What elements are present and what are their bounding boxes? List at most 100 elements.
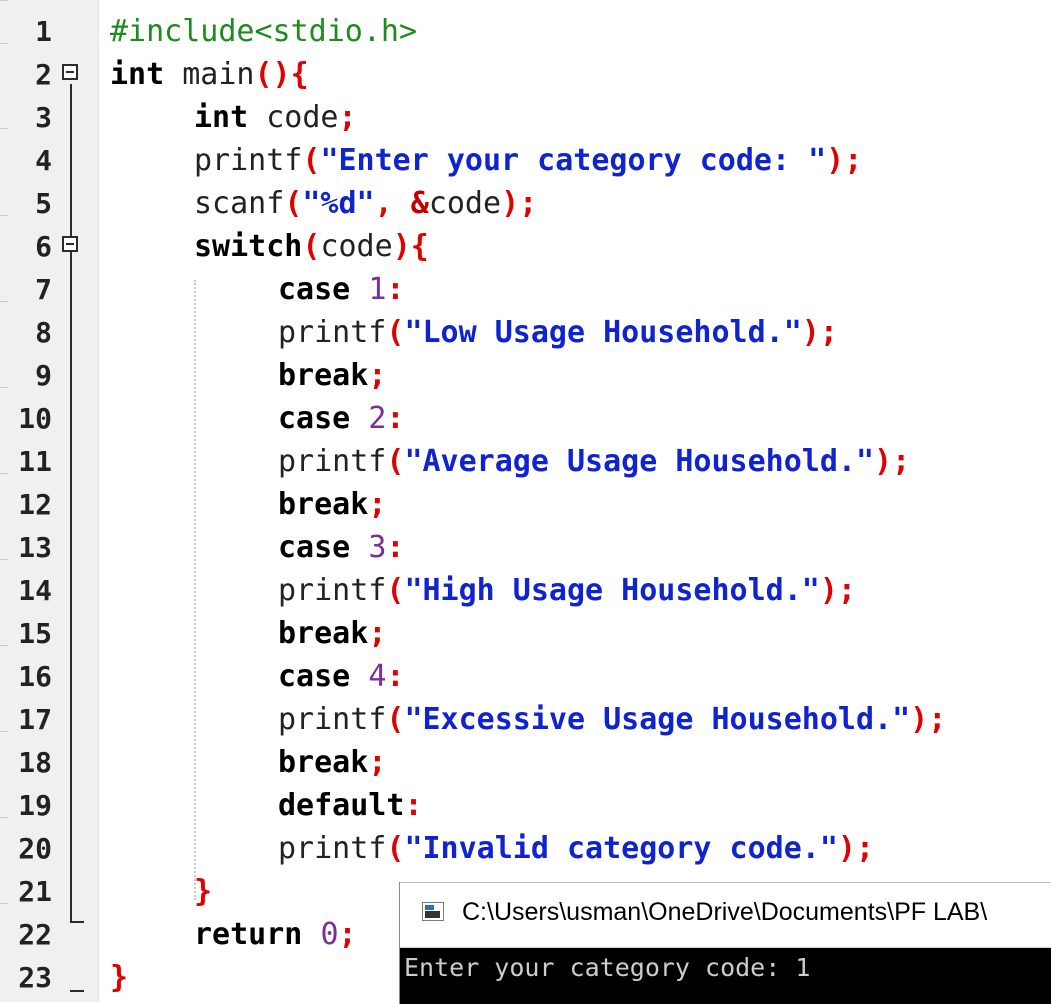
code-token: 1: [368, 272, 387, 307]
line-number: 10: [18, 402, 52, 435]
code-token: printf: [194, 143, 303, 178]
code-line[interactable]: 16 case 4:: [0, 655, 1051, 698]
code-line[interactable]: 9 break;: [0, 354, 1051, 397]
code-token: :: [386, 272, 405, 307]
code-text: case 2:: [278, 397, 404, 440]
code-token: );: [837, 831, 875, 866]
line-number: 20: [18, 832, 52, 865]
console-output: Enter your category code: 1: [404, 953, 811, 982]
console-window-icon: [422, 902, 444, 921]
code-token: "Excessive Usage Household.": [404, 702, 911, 737]
code-line[interactable]: 6 switch(code){: [0, 225, 1051, 268]
code-line[interactable]: 14 printf("High Usage Household.");: [0, 569, 1051, 612]
code-line[interactable]: 12 break;: [0, 483, 1051, 526]
line-number: 22: [18, 918, 52, 951]
code-line[interactable]: 10 case 2:: [0, 397, 1051, 440]
code-token: :: [386, 659, 405, 694]
code-text: break;: [278, 354, 386, 397]
line-number: 13: [18, 531, 52, 564]
code-line[interactable]: 3 int code;: [0, 96, 1051, 139]
code-token: (: [386, 573, 405, 608]
code-line[interactable]: 19 default:: [0, 784, 1051, 827]
line-number: 8: [35, 316, 52, 349]
code-line[interactable]: 5 scanf("%d", &code);: [0, 182, 1051, 225]
fold-toggle-icon[interactable]: [62, 236, 78, 252]
code-line[interactable]: 1 #include<stdio.h>: [0, 10, 1051, 53]
fold-toggle-icon[interactable]: [62, 64, 78, 80]
code-token: (: [386, 702, 405, 737]
code-token: 3: [368, 530, 387, 565]
line-number: 6: [35, 230, 52, 263]
code-token: printf: [278, 444, 387, 479]
code-token: ){: [392, 229, 429, 264]
code-token: "Enter your category code: ": [320, 143, 827, 178]
code-line[interactable]: 15 break;: [0, 612, 1051, 655]
line-number: 1: [35, 15, 52, 48]
code-line[interactable]: 18 break;: [0, 741, 1051, 784]
code-token: 0: [320, 917, 339, 952]
code-token: ;: [368, 487, 387, 522]
code-text: }: [110, 956, 128, 999]
code-line[interactable]: 4 printf("Enter your category code: ");: [0, 139, 1051, 182]
line-number: 11: [18, 445, 52, 478]
code-line[interactable]: 2 int main(){: [0, 53, 1051, 96]
code-token: case: [278, 659, 351, 694]
code-token: "Low Usage Household.": [404, 315, 802, 350]
code-token: break: [278, 487, 369, 522]
code-token: case: [278, 530, 351, 565]
code-text: case 4:: [278, 655, 404, 698]
code-text: break;: [278, 612, 386, 655]
code-token: );: [874, 444, 911, 479]
code-line[interactable]: 17 printf("Excessive Usage Household.");: [0, 698, 1051, 741]
gutter-separator: [0, 0, 8, 1]
line-number: 5: [35, 187, 52, 220]
code-token: :: [386, 530, 405, 565]
code-line[interactable]: 13 case 3:: [0, 526, 1051, 569]
code-token: ;: [368, 616, 387, 651]
code-line[interactable]: 8 printf("Low Usage Household.");: [0, 311, 1051, 354]
code-token: printf: [278, 831, 387, 866]
code-token: code: [248, 100, 339, 135]
code-text: case 1:: [278, 268, 404, 311]
code-line[interactable]: 7 case 1:: [0, 268, 1051, 311]
code-text: default:: [278, 784, 423, 827]
line-number: 16: [18, 660, 52, 693]
code-token: "%d": [302, 186, 375, 221]
code-token: (){: [254, 57, 309, 92]
code-token: code: [428, 186, 502, 221]
code-editor[interactable]: 1 #include<stdio.h> 2 int main(){3 int code;…: [0, 0, 1051, 1002]
code-token: (: [386, 444, 405, 479]
code-line[interactable]: 11 printf("Average Usage Household.");: [0, 440, 1051, 483]
code-token: int: [194, 100, 249, 135]
code-text: printf("Average Usage Household.");: [278, 440, 910, 483]
code-text: printf("Excessive Usage Household.");: [278, 698, 946, 741]
line-number: 15: [18, 617, 52, 650]
code-token: main: [164, 57, 255, 92]
code-token: default: [278, 788, 405, 823]
code-text: #include<stdio.h>: [110, 10, 417, 53]
code-token: code: [320, 229, 393, 264]
code-token: (: [302, 229, 321, 264]
code-token: (: [386, 831, 405, 866]
code-line[interactable]: 20 printf("Invalid category code.");: [0, 827, 1051, 870]
line-number: 2: [35, 58, 52, 91]
code-token: ;: [338, 917, 357, 952]
code-token: "Average Usage Household.": [404, 444, 875, 479]
code-token: case: [278, 272, 351, 307]
code-token: break: [278, 616, 369, 651]
code-text: printf("Enter your category code: ");: [194, 139, 862, 182]
code-token: printf: [278, 702, 387, 737]
code-text: scanf("%d", &code);: [194, 182, 537, 225]
code-token: ;: [368, 358, 387, 393]
code-token: int: [110, 57, 165, 92]
code-token: 4: [368, 659, 387, 694]
console-window[interactable]: C:\Users\usman\OneDrive\Documents\PF LAB…: [399, 882, 1051, 1004]
console-titlebar[interactable]: C:\Users\usman\OneDrive\Documents\PF LAB…: [400, 882, 1051, 948]
code-token: case: [278, 401, 351, 436]
code-token: return: [194, 917, 303, 952]
line-number: 17: [18, 703, 52, 736]
code-text: printf("Low Usage Household.");: [278, 311, 838, 354]
code-token: ;: [338, 100, 357, 135]
